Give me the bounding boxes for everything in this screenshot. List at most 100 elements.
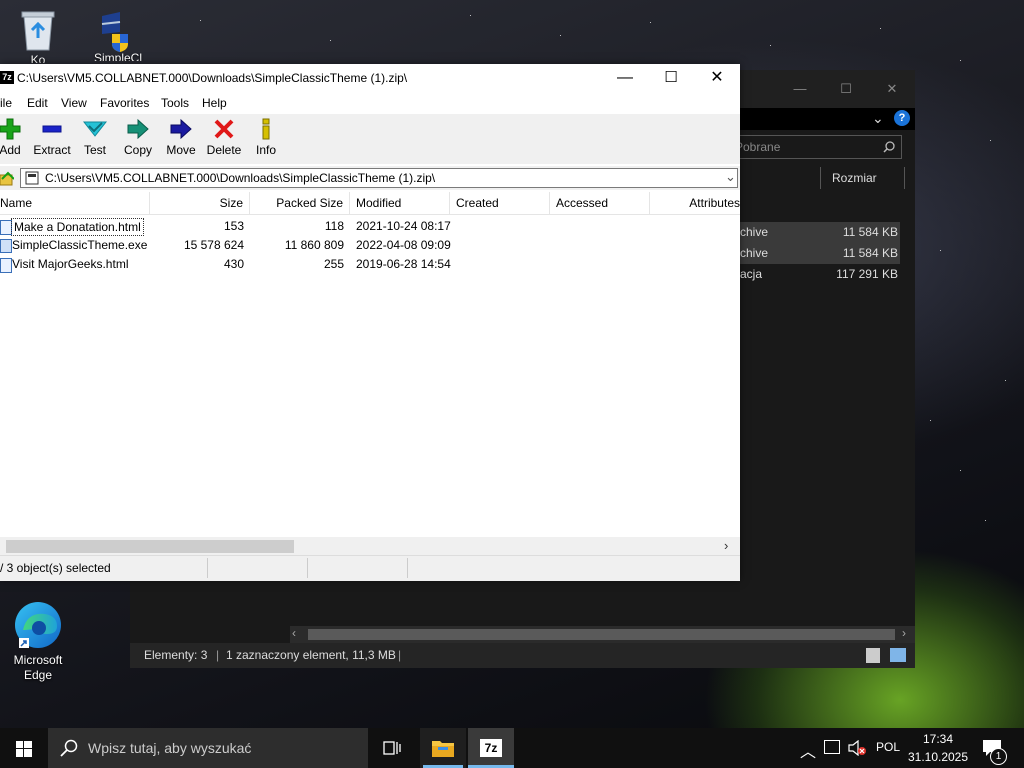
chevron-down-icon[interactable]: ⌄ (872, 110, 884, 127)
simpleclassic-desktop-icon[interactable]: SimpleCl (88, 10, 148, 61)
column-divider (820, 167, 821, 189)
status-divider (307, 558, 308, 578)
maximize-button[interactable]: ☐ (648, 64, 694, 92)
details-view-button[interactable] (866, 648, 880, 663)
file-size: 430 (223, 257, 244, 271)
7zip-window[interactable]: 7z C:\Users\VM5.COLLABNET.000\Downloads\… (0, 64, 740, 581)
horizontal-scrollbar[interactable]: › (0, 537, 740, 555)
taskbar-search-box[interactable]: Wpisz tutaj, aby wyszukać (48, 728, 368, 768)
menu-favorites[interactable]: Favorites (100, 92, 149, 114)
file-packed-size: 118 (324, 219, 344, 233)
7zip-app-icon: 7z (480, 739, 502, 757)
explorer-file-list[interactable]: chive 11 584 KB chive 11 584 KB acja 117… (740, 222, 910, 285)
menu-file[interactable]: ile (0, 92, 12, 114)
column-header-name[interactable]: Name (0, 192, 150, 214)
address-bar-row: C:\Users\VM5.COLLABNET.000\Downloads\Sim… (0, 166, 740, 190)
info-icon (262, 118, 270, 140)
column-header-attributes[interactable]: Attributes (650, 192, 740, 214)
volume-muted-icon[interactable] (848, 739, 866, 757)
delete-x-icon (214, 119, 234, 139)
table-row[interactable]: Make a Donatation.html 153 118 2021-10-2… (0, 217, 740, 236)
list-item[interactable]: acja 117 291 KB (740, 264, 910, 285)
column-header-modified[interactable]: Modified (350, 192, 450, 214)
column-header-accessed[interactable]: Accessed (550, 192, 650, 214)
address-field[interactable]: C:\Users\VM5.COLLABNET.000\Downloads\Sim… (20, 168, 738, 188)
tiles-view-button[interactable] (890, 648, 906, 662)
task-view-button[interactable] (369, 728, 415, 768)
explorer-maximize-button[interactable]: ☐ (823, 70, 869, 108)
info-button[interactable]: Info (244, 118, 288, 157)
menu-help[interactable]: Help (202, 92, 227, 114)
status-divider (207, 558, 208, 578)
scrollbar-thumb[interactable] (6, 540, 294, 553)
copy-button[interactable]: Copy (116, 118, 160, 157)
search-icon (883, 141, 895, 153)
up-folder-icon[interactable] (0, 169, 15, 187)
file-packed-size: 255 (323, 257, 344, 271)
move-arrow-icon (170, 118, 192, 140)
toolbar: Add Extract Test Copy Move Delete Info (0, 114, 740, 164)
test-button[interactable]: Test (73, 118, 117, 157)
notification-badge: 1 (990, 748, 1007, 765)
selection-info: 1 zaznaczony element, 11,3 MB (226, 648, 396, 662)
table-row[interactable]: SimpleClassicTheme.exe 15 578 624 11 860… (0, 236, 740, 255)
menu-tools[interactable]: Tools (161, 92, 189, 114)
scrollbar-thumb[interactable] (308, 629, 895, 640)
search-icon (60, 739, 78, 757)
status-separator: | (216, 648, 220, 662)
recycle-bin-desktop-icon[interactable]: Ko (8, 8, 68, 63)
clock[interactable]: 17:34 31.10.2025 (900, 730, 976, 766)
network-icon[interactable] (824, 740, 840, 754)
minimize-button[interactable]: — (602, 64, 648, 92)
check-icon (83, 121, 107, 137)
menu-view[interactable]: View (61, 92, 87, 114)
clock-date: 31.10.2025 (907, 750, 969, 764)
column-header-size[interactable]: Size (150, 192, 250, 214)
status-bar: / 3 object(s) selected (0, 555, 740, 581)
explorer-search-placeholder: Pobrane (735, 140, 781, 154)
language-indicator[interactable]: POL (876, 740, 900, 754)
explorer-horizontal-scrollbar[interactable]: ‹ › (290, 626, 915, 643)
explorer-search-box[interactable]: Pobrane (730, 135, 902, 159)
list-item[interactable]: chive 11 584 KB (740, 222, 910, 243)
explorer-close-button[interactable]: ✕ (869, 70, 915, 108)
close-button[interactable]: ✕ (694, 64, 740, 92)
file-modified: 2022-04-08 09:09 (356, 238, 451, 252)
scroll-right-arrow-icon[interactable]: › (724, 538, 728, 553)
start-button[interactable] (0, 728, 48, 768)
file-explorer-taskbar-button[interactable] (420, 728, 466, 768)
edge-desktop-icon[interactable]: Microsoft Edge (8, 600, 68, 683)
delete-button[interactable]: Delete (202, 118, 246, 157)
action-center-button[interactable]: 1 (978, 728, 1024, 768)
7zip-title-bar[interactable]: 7z C:\Users\VM5.COLLABNET.000\Downloads\… (0, 64, 740, 92)
edge-logo-icon (15, 602, 61, 648)
speaker-icon (848, 739, 866, 757)
table-row[interactable]: Visit MajorGeeks.html 430 255 2019-06-28… (0, 255, 740, 274)
7zip-app-icon: 7z (0, 71, 14, 84)
column-header-created[interactable]: Created (450, 192, 550, 214)
column-header-size[interactable]: Rozmiar (832, 171, 877, 185)
explorer-minimize-button[interactable]: — (777, 70, 823, 108)
file-list[interactable]: Make a Donatation.html 153 118 2021-10-2… (0, 215, 740, 537)
add-button[interactable]: Add (0, 118, 32, 157)
menu-edit[interactable]: Edit (27, 92, 48, 114)
scroll-left-arrow-icon[interactable]: ‹ (292, 626, 296, 640)
explorer-status-bar: Elementy: 3 | 1 zaznaczony element, 11,3… (130, 643, 915, 668)
7zip-taskbar-button[interactable]: 7z (468, 728, 514, 768)
list-item[interactable]: chive 11 584 KB (740, 243, 910, 264)
show-hidden-icons-chevron-icon[interactable]: ︿ (800, 738, 816, 762)
folder-icon (432, 741, 454, 757)
move-button[interactable]: Move (159, 118, 203, 157)
clock-time: 17:34 (922, 732, 954, 746)
chevron-down-icon[interactable]: ⌄ (725, 169, 736, 185)
exe-file-icon (0, 239, 12, 253)
windows-logo-icon (16, 741, 32, 757)
help-icon[interactable]: ? (894, 110, 910, 126)
extract-button[interactable]: Extract (30, 118, 74, 157)
task-view-icon (383, 741, 401, 755)
file-modified: 2021-10-24 08:17 (356, 219, 451, 233)
scroll-right-arrow-icon[interactable]: › (902, 626, 906, 640)
column-header-packed-size[interactable]: Packed Size (250, 192, 350, 214)
plus-icon (0, 118, 21, 140)
file-name: SimpleClassicTheme.exe (12, 238, 148, 252)
